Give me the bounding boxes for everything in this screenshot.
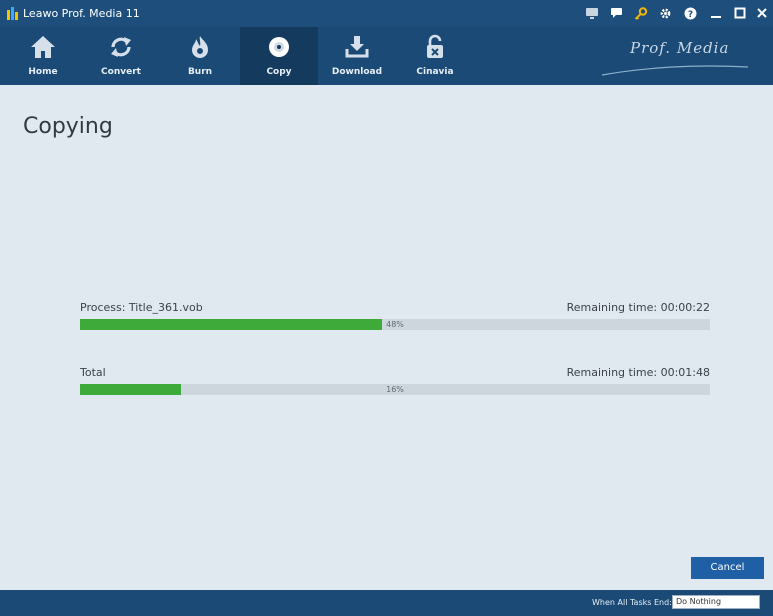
total-progress: Total Remaining time: 00:01:48 16% — [80, 366, 710, 395]
brand-logo: Prof. Media — [600, 37, 750, 81]
module-nav-bar: Home Convert Burn Copy Download Cinavia … — [0, 27, 773, 85]
burn-icon — [186, 34, 214, 60]
when-tasks-end-label: When All Tasks End: — [592, 598, 672, 607]
brand-text: Prof. Media — [630, 39, 730, 57]
title-bar: Leawo Prof. Media 11 ? — [0, 0, 773, 27]
convert-icon — [107, 34, 135, 60]
nav-label-cinavia: Cinavia — [416, 67, 454, 77]
key-icon[interactable] — [632, 4, 650, 22]
chat-icon[interactable] — [607, 4, 625, 22]
home-icon — [29, 34, 57, 60]
nav-label-home: Home — [28, 67, 58, 77]
maximize-icon[interactable] — [731, 4, 749, 22]
gear-icon[interactable] — [656, 4, 674, 22]
unlock-icon — [421, 34, 449, 60]
nav-item-download[interactable]: Download — [318, 27, 396, 85]
nav-label-download: Download — [331, 67, 383, 77]
nav-label-burn: Burn — [187, 67, 213, 77]
download-icon — [343, 34, 371, 60]
help-icon[interactable]: ? — [681, 4, 699, 22]
svg-text:?: ? — [687, 10, 692, 20]
nav-item-cinavia[interactable]: Cinavia — [396, 27, 474, 85]
nav-item-convert[interactable]: Convert — [82, 27, 160, 85]
total-percent: 16% — [386, 385, 404, 394]
minimize-icon[interactable] — [707, 4, 725, 22]
brand-swoosh-icon — [601, 65, 749, 76]
nav-label-copy: Copy — [266, 67, 292, 77]
process-label: Process: Title_361.vob — [80, 301, 203, 314]
close-icon[interactable] — [753, 4, 771, 22]
nav-item-copy[interactable]: Copy — [240, 27, 318, 85]
app-logo-icon — [7, 7, 18, 20]
total-remaining-time: Remaining time: 00:01:48 — [566, 366, 710, 379]
nav-item-home[interactable]: Home — [4, 27, 82, 85]
nav-item-burn[interactable]: Burn — [161, 27, 239, 85]
app-window: Leawo Prof. Media 11 ? Home Convert Burn… — [0, 0, 773, 616]
total-progress-bar: 16% — [80, 384, 710, 395]
process-percent: 48% — [386, 320, 404, 329]
process-progress: Process: Title_361.vob Remaining time: 0… — [80, 301, 710, 330]
when-tasks-end-select[interactable]: Do Nothing — [672, 595, 760, 609]
total-label: Total — [80, 366, 106, 379]
disc-icon — [265, 34, 293, 60]
app-title: Leawo Prof. Media 11 — [23, 7, 140, 20]
status-bar: When All Tasks End: Do Nothing — [0, 590, 773, 616]
nav-label-convert: Convert — [101, 67, 141, 77]
page-title: Copying — [23, 114, 113, 139]
when-tasks-end-value: Do Nothing — [676, 597, 722, 606]
process-progress-bar: 48% — [80, 319, 710, 330]
cancel-button[interactable]: Cancel — [691, 557, 764, 579]
process-remaining-time: Remaining time: 00:00:22 — [566, 301, 710, 314]
monitor-icon[interactable] — [583, 4, 601, 22]
